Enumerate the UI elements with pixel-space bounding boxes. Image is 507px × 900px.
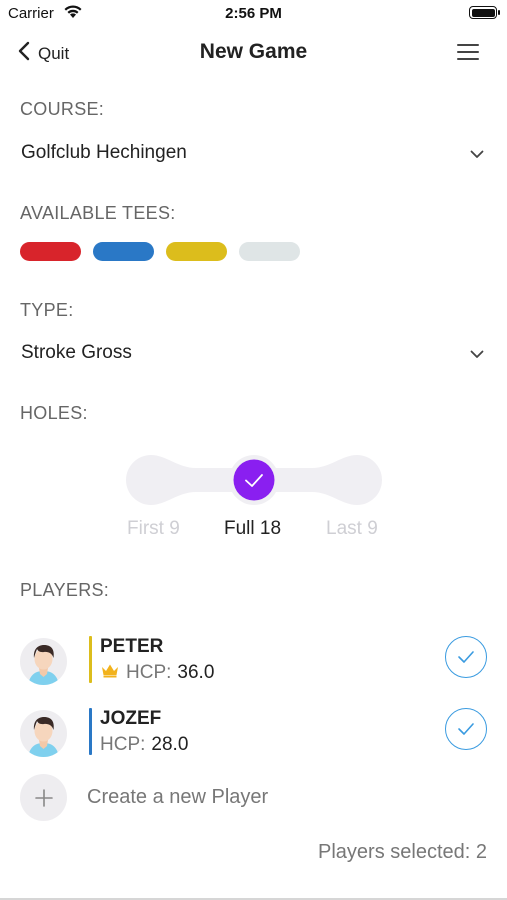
- hcp-label: HCP:: [126, 662, 172, 683]
- crown-icon: [100, 662, 120, 684]
- player-color-bar: [89, 708, 92, 755]
- hcp-value: 36.0: [177, 662, 215, 683]
- holes-slider[interactable]: [126, 455, 382, 505]
- player-color-bar: [89, 636, 92, 683]
- page-title: New Game: [199, 40, 308, 63]
- tee-yellow[interactable]: [166, 242, 227, 261]
- check-icon: [458, 651, 474, 663]
- tee-red[interactable]: [20, 242, 81, 261]
- plus-icon: [20, 774, 67, 821]
- hcp-value: 28.0: [151, 734, 189, 755]
- holes-option-first-9[interactable]: First 9: [127, 518, 180, 540]
- course-select[interactable]: Golfclub Hechingen: [20, 136, 490, 170]
- quit-button[interactable]: Quit: [18, 41, 69, 66]
- players-selected-count: Players selected: 2: [318, 841, 487, 863]
- holes-options: First 9 Full 18 Last 9: [0, 518, 507, 542]
- holes-option-full-18[interactable]: Full 18: [224, 518, 281, 540]
- type-value: Stroke Gross: [21, 342, 132, 363]
- create-player-label: Create a new Player: [87, 786, 269, 808]
- tee-white[interactable]: [239, 242, 300, 261]
- chevron-down-icon: [470, 346, 484, 364]
- course-label: COURSE:: [20, 99, 105, 119]
- tee-blue[interactable]: [93, 242, 154, 261]
- battery-icon: [469, 6, 500, 19]
- course-value: Golfclub Hechingen: [21, 142, 187, 163]
- players-label: PLAYERS:: [20, 580, 110, 600]
- player-row[interactable]: PETER HCP: 36.0: [20, 634, 490, 690]
- chevron-down-icon: [470, 146, 484, 164]
- type-select[interactable]: Stroke Gross: [20, 336, 490, 370]
- clock-time: 2:56 PM: [225, 5, 282, 22]
- player-name: PETER: [100, 636, 164, 657]
- status-bar: Carrier 2:56 PM: [0, 0, 507, 28]
- player-row[interactable]: JOZEF HCP: 28.0: [20, 706, 490, 762]
- holes-option-last-9[interactable]: Last 9: [326, 518, 378, 540]
- holes-label: HOLES:: [20, 403, 88, 423]
- player-name: JOZEF: [100, 708, 162, 729]
- tee-list: [20, 242, 300, 261]
- tees-label: AVAILABLE TEES:: [20, 203, 176, 223]
- avatar: [20, 710, 67, 757]
- player-hcp: HCP: 36.0: [100, 662, 214, 684]
- player-select-checkbox[interactable]: [445, 636, 487, 678]
- create-player-button[interactable]: Create a new Player: [20, 774, 320, 822]
- holes-selected-knob[interactable]: [233, 459, 275, 501]
- quit-label: Quit: [38, 43, 70, 63]
- hamburger-menu-icon[interactable]: [457, 44, 479, 62]
- chevron-left-icon: [18, 41, 30, 66]
- player-select-checkbox[interactable]: [445, 708, 487, 750]
- navigation-bar: Quit New Game: [0, 28, 507, 78]
- type-label: TYPE:: [20, 300, 74, 320]
- avatar: [20, 638, 67, 685]
- check-icon: [458, 723, 474, 735]
- hcp-label: HCP:: [100, 734, 146, 755]
- player-hcp: HCP: 28.0: [100, 734, 188, 756]
